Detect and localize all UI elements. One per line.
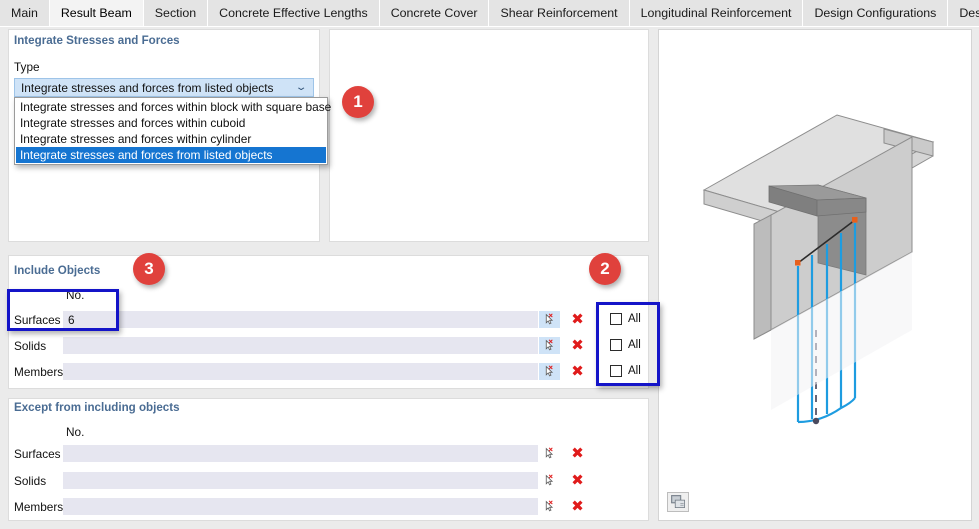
pick-cursor-icon [545, 339, 554, 351]
pick-solids-button[interactable] [539, 337, 560, 354]
tab-shear-reinforcement[interactable]: Shear Reinforcement [489, 0, 630, 26]
dialog-window: Main Result Beam Section Concrete Effect… [0, 0, 979, 529]
tab-main[interactable]: Main [0, 0, 50, 26]
all-members-checkbox[interactable]: All [610, 365, 641, 377]
include-input-solids[interactable] [63, 337, 538, 354]
dropdown-option-block-square-base[interactable]: Integrate stresses and forces within blo… [16, 99, 331, 115]
snapshot-icon [670, 495, 685, 508]
close-icon: ✖ [571, 471, 584, 489]
tab-section[interactable]: Section [143, 0, 209, 26]
tab-bar: Main Result Beam Section Concrete Effect… [0, 0, 979, 27]
clear-except-surfaces-button[interactable]: ✖ [567, 445, 588, 462]
include-objects-column-header: No. [66, 288, 85, 302]
pick-cursor-icon [545, 474, 554, 486]
clear-except-members-button[interactable]: ✖ [567, 498, 588, 515]
tab-label: Shear Reinforcement [500, 6, 618, 20]
integration-type-combo[interactable]: Integrate stresses and forces from liste… [14, 78, 314, 97]
tab-label: Main [11, 6, 38, 20]
checkbox-box [610, 339, 622, 351]
pick-cursor-icon [545, 500, 554, 512]
include-input-members[interactable] [63, 363, 538, 380]
except-row-label-solids: Solids [14, 474, 47, 488]
close-icon: ✖ [571, 497, 584, 515]
tab-label: Result Beam [60, 6, 132, 20]
integration-type-dropdown[interactable]: Integrate stresses and forces within blo… [14, 97, 331, 165]
tab-label: Longitudinal Reinforcement [640, 6, 792, 20]
tab-label: Concrete Effective Lengths [219, 6, 368, 20]
tab-longitudinal-reinforcement[interactable]: Longitudinal Reinforcement [629, 0, 804, 26]
clear-except-solids-button[interactable]: ✖ [567, 472, 588, 489]
include-row-label-surfaces: Surfaces [14, 313, 61, 327]
all-solids-checkbox[interactable]: All [610, 339, 641, 351]
callout-badge-3: 3 [133, 253, 165, 285]
checkbox-box [610, 365, 622, 377]
pick-cursor-icon [545, 313, 554, 325]
close-icon: ✖ [571, 362, 584, 380]
pick-except-members-button[interactable] [539, 498, 560, 515]
checkbox-label: All [628, 339, 641, 351]
snapshot-icon-button[interactable] [667, 492, 689, 512]
include-row-label-solids: Solids [14, 339, 47, 353]
close-icon: ✖ [571, 336, 584, 354]
tab-label: Design Suppor [959, 6, 979, 20]
callout-badge-1: 1 [342, 86, 374, 118]
tab-label: Concrete Cover [390, 6, 478, 20]
pick-except-surfaces-button[interactable] [539, 445, 560, 462]
dropdown-option-cylinder[interactable]: Integrate stresses and forces within cyl… [16, 131, 326, 147]
except-input-solids[interactable] [63, 472, 538, 489]
clear-surfaces-button[interactable]: ✖ [567, 311, 588, 328]
pick-surfaces-button[interactable] [539, 311, 560, 328]
close-icon: ✖ [571, 444, 584, 462]
type-label: Type [14, 60, 40, 74]
model-viewport[interactable] [658, 29, 972, 521]
clear-solids-button[interactable]: ✖ [567, 337, 588, 354]
checkbox-box [610, 313, 622, 325]
dropdown-option-listed-objects[interactable]: Integrate stresses and forces from liste… [16, 147, 326, 163]
tab-design-support[interactable]: Design Suppor [948, 0, 979, 26]
except-objects-group-title: Except from including objects [14, 401, 180, 414]
tab-label: Section [154, 6, 197, 20]
checkbox-label: All [628, 365, 641, 377]
t-beam-model-graphic [702, 114, 935, 425]
pick-cursor-icon [545, 365, 554, 377]
close-icon: ✖ [571, 310, 584, 328]
tab-concrete-cover[interactable]: Concrete Cover [379, 0, 490, 26]
integrate-group-title: Integrate Stresses and Forces [14, 34, 180, 47]
chevron-down-icon: ⌄ [294, 82, 308, 93]
callout-badge-2: 2 [589, 253, 621, 285]
pick-members-button[interactable] [539, 363, 560, 380]
pick-except-solids-button[interactable] [539, 472, 560, 489]
except-row-label-members: Members [14, 500, 64, 514]
checkbox-label: All [628, 313, 641, 325]
preview-panel [329, 29, 649, 242]
tab-design-configurations[interactable]: Design Configurations [803, 0, 949, 26]
integration-type-value: Integrate stresses and forces from liste… [21, 80, 274, 95]
dropdown-option-cuboid[interactable]: Integrate stresses and forces within cub… [16, 115, 326, 131]
tab-concrete-effective-lengths[interactable]: Concrete Effective Lengths [208, 0, 380, 26]
include-row-label-members: Members [14, 365, 64, 379]
tab-result-beam[interactable]: Result Beam [49, 0, 144, 26]
except-input-surfaces[interactable] [63, 445, 538, 462]
except-objects-column-header: No. [66, 425, 85, 439]
pick-cursor-icon [545, 447, 554, 459]
clear-members-button[interactable]: ✖ [567, 363, 588, 380]
all-surfaces-checkbox[interactable]: All [610, 313, 641, 325]
except-input-members[interactable] [63, 498, 538, 515]
tab-label: Design Configurations [814, 6, 937, 20]
include-input-surfaces[interactable]: 6 [63, 311, 538, 328]
include-objects-group-title: Include Objects [14, 264, 101, 277]
except-row-label-surfaces: Surfaces [14, 447, 61, 461]
